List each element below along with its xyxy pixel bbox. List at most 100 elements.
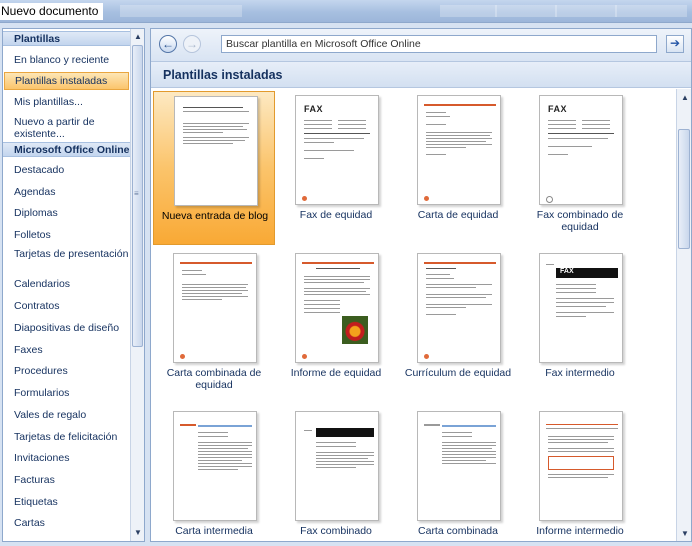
back-button[interactable]: ←	[159, 35, 177, 53]
forward-button[interactable]: →	[183, 35, 201, 53]
sidebar-item-faxes[interactable]: Faxes	[3, 341, 130, 359]
template-thumbnail	[417, 411, 501, 521]
header-templates: Plantillas	[3, 31, 130, 46]
sidebar-item-invitations[interactable]: Invitaciones	[3, 449, 130, 467]
template-categories-panel: Plantillas En blanco y reciente Plantill…	[2, 28, 145, 542]
sidebar-item-label: Agendas	[14, 186, 56, 198]
sidebar-item-label: Calendarios	[14, 278, 71, 290]
template-label: Currículum de equidad	[404, 367, 512, 379]
flower-photo-icon	[342, 316, 368, 344]
template-card[interactable]: FAX Fax intermedio	[519, 249, 641, 403]
template-label: Informe intermedio	[536, 525, 624, 537]
search-input[interactable]: Buscar plantilla en Microsoft Office Onl…	[221, 35, 657, 53]
header-office-online: Microsoft Office Online	[3, 142, 130, 157]
template-card[interactable]: Carta de equidad	[397, 91, 519, 245]
title-bar: Nuevo documento	[0, 0, 692, 23]
template-thumbnail	[295, 253, 379, 363]
go-arrow-icon: ➔	[669, 36, 681, 50]
template-label: Informe de equidad	[290, 367, 382, 379]
sidebar-item-label: Mis plantillas...	[14, 96, 83, 108]
back-arrow-icon: ←	[162, 37, 174, 51]
template-label: Fax combinado	[300, 525, 372, 537]
template-card[interactable]: FAX Fax de equidad	[275, 91, 397, 245]
sidebar-item-business-cards[interactable]: Tarjetas de presentación	[3, 248, 130, 274]
background-ribbon-blur	[440, 5, 497, 17]
scroll-up-icon[interactable]: ▲	[134, 32, 142, 41]
scroll-down-icon[interactable]: ▼	[134, 528, 142, 537]
template-card[interactable]: Informe intermedio	[519, 407, 641, 541]
template-card[interactable]: Carta intermedia	[153, 407, 275, 541]
sidebar-item-brochures[interactable]: Folletos	[3, 226, 130, 244]
templates-scrollbar[interactable]: ▲ ▼	[676, 89, 691, 541]
template-thumbnail	[539, 411, 623, 521]
templates-scroll-thumb[interactable]	[678, 129, 690, 249]
sidebar-scrollbar[interactable]: ▲ ≡ ▼	[130, 29, 144, 541]
sidebar-item-blank-recent[interactable]: En blanco y reciente	[3, 51, 130, 69]
sidebar-item-label: Tarjetas de felicitación	[14, 431, 118, 443]
template-thumbnail: FAX	[539, 253, 623, 363]
sidebar-item-new-from-existing[interactable]: Nuevo a partir de existente...	[3, 115, 130, 141]
background-ribbon-blur	[555, 5, 617, 17]
templates-panel: ← → Buscar plantilla en Microsoft Office…	[150, 28, 692, 542]
sidebar-item-label: Diplomas	[14, 207, 58, 219]
template-thumbnail	[173, 411, 257, 521]
sidebar-item-installed-templates[interactable]: Plantillas instaladas	[4, 72, 129, 90]
scroll-down-icon[interactable]: ▼	[681, 529, 689, 538]
template-card[interactable]: Nueva entrada de blog	[153, 91, 275, 245]
template-label: Carta combinada de equidad	[166, 367, 262, 391]
fax-heading-mark: FAX	[304, 104, 324, 114]
sidebar-item-label: Invitaciones	[14, 452, 70, 464]
sidebar-item-greeting-cards[interactable]: Tarjetas de felicitación	[3, 428, 130, 446]
sidebar-item-label: Cartas	[14, 517, 45, 529]
scroll-up-icon[interactable]: ▲	[681, 93, 689, 102]
sidebar-item-contracts[interactable]: Contratos	[3, 297, 130, 315]
sidebar-item-procedures[interactable]: Procedures	[3, 362, 130, 380]
template-label: Fax de equidad	[299, 209, 373, 221]
template-thumbnail	[295, 411, 379, 521]
search-go-button[interactable]: ➔	[666, 35, 684, 53]
template-card[interactable]: FAX Fax combinado de equidad	[519, 91, 641, 245]
sidebar-item-label: Formularios	[14, 387, 70, 399]
fax-heading-mark: FAX	[560, 268, 574, 275]
template-label: Carta de equidad	[417, 209, 499, 221]
sidebar-item-featured[interactable]: Destacado	[3, 161, 130, 179]
template-label: Fax combinado de equidad	[536, 209, 624, 233]
grip-icon: ≡	[134, 189, 139, 198]
template-grid: Nueva entrada de blog FAX Fax de equidad	[151, 89, 676, 541]
sidebar-item-labels[interactable]: Etiquetas	[3, 493, 130, 511]
background-ribbon-blur	[615, 5, 687, 17]
sidebar-item-forms[interactable]: Formularios	[3, 384, 130, 402]
sidebar-item-my-templates[interactable]: Mis plantillas...	[3, 93, 130, 111]
sidebar-item-diplomas[interactable]: Diplomas	[3, 204, 130, 222]
template-card[interactable]: Currículum de equidad	[397, 249, 519, 403]
sidebar-item-label: Folletos	[14, 229, 51, 241]
sidebar-item-label: Faxes	[14, 344, 43, 356]
search-toolbar: ← → Buscar plantilla en Microsoft Office…	[151, 29, 691, 62]
sidebar-item-gift-certificates[interactable]: Vales de regalo	[3, 406, 130, 424]
background-ribbon-blur	[120, 5, 242, 17]
template-thumbnail	[417, 253, 501, 363]
sidebar-item-agendas[interactable]: Agendas	[3, 183, 130, 201]
template-thumbnail: FAX	[295, 95, 379, 205]
sidebar-item-invoices[interactable]: Facturas	[3, 471, 130, 489]
template-card[interactable]: Carta combinada de equidad	[153, 249, 275, 403]
fax-heading-mark: FAX	[548, 104, 568, 114]
sidebar-item-label: Destacado	[14, 164, 65, 176]
window-title: Nuevo documento	[0, 3, 104, 20]
sidebar-item-label: Vales de regalo	[14, 409, 87, 421]
background-ribbon-blur	[495, 5, 557, 17]
template-card[interactable]: Informe de equidad	[275, 249, 397, 403]
template-thumbnail: FAX	[539, 95, 623, 205]
template-thumbnail	[173, 253, 257, 363]
forward-arrow-icon: →	[186, 37, 198, 51]
sidebar-item-label: Diapositivas de diseño	[14, 322, 120, 334]
sidebar-item-letters[interactable]: Cartas	[3, 514, 130, 532]
sidebar-item-calendars[interactable]: Calendarios	[3, 275, 130, 293]
sidebar-item-label: En blanco y reciente	[14, 54, 110, 66]
template-thumbnail	[417, 95, 501, 205]
sidebar-item-label: Nuevo a partir de existente...	[14, 116, 95, 140]
sidebar-item-label: Plantillas instaladas	[15, 75, 108, 87]
sidebar-item-design-slides[interactable]: Diapositivas de diseño	[3, 319, 130, 337]
template-card[interactable]: Fax combinado	[275, 407, 397, 541]
template-card[interactable]: Carta combinada	[397, 407, 519, 541]
